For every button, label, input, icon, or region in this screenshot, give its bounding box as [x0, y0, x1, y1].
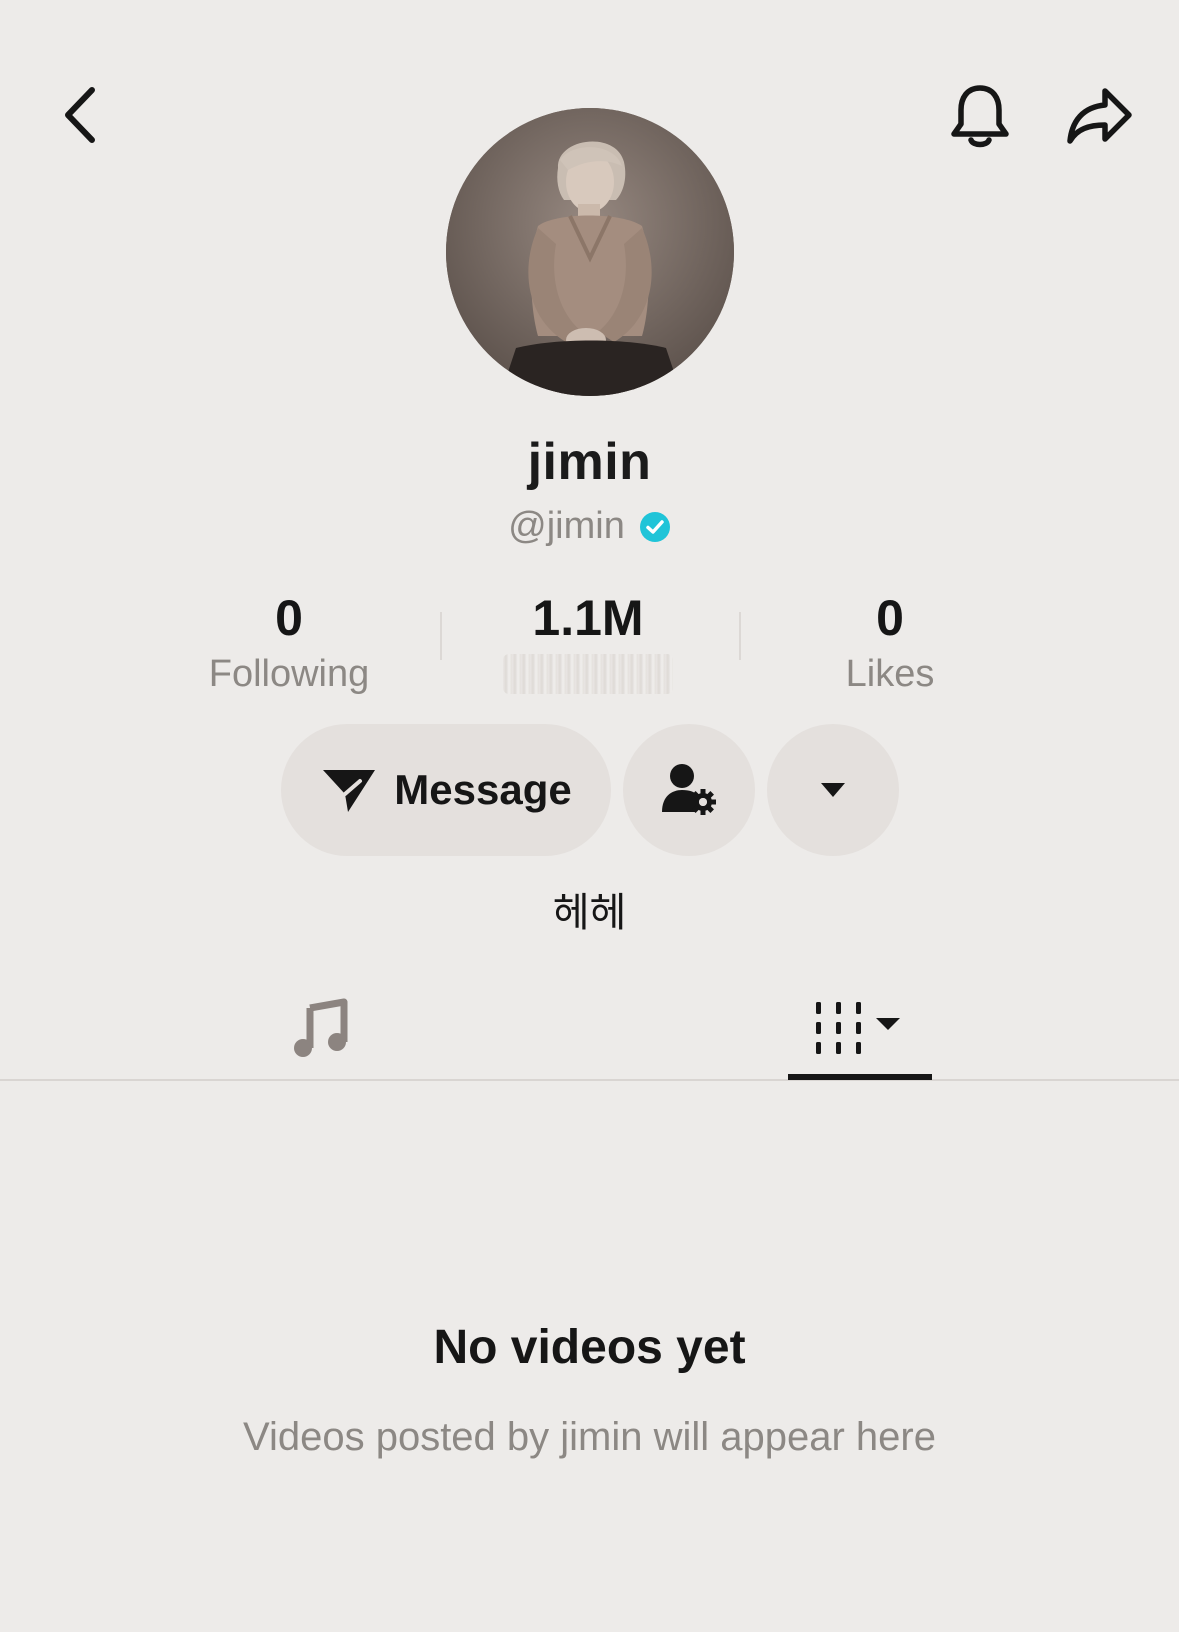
message-button[interactable]: Message: [281, 724, 611, 856]
chevron-left-icon: [65, 87, 95, 143]
tabs-divider: [0, 1079, 1179, 1081]
username-handle: @jimin: [508, 505, 625, 547]
verified-badge-icon: [639, 511, 671, 543]
more-options-button[interactable]: [767, 724, 899, 856]
share-arrow-icon: [1067, 88, 1132, 144]
message-button-label: Message: [394, 766, 572, 813]
followers-label-blurred: [503, 654, 673, 694]
share-button[interactable]: [1062, 76, 1138, 156]
empty-state-title: No videos yet: [433, 1321, 746, 1374]
back-button[interactable]: [50, 80, 110, 150]
notification-bell-button[interactable]: [945, 76, 1015, 156]
display-name: jimin: [527, 433, 652, 491]
send-icon: [323, 770, 376, 812]
followers-count: 1.1M: [532, 590, 644, 646]
profile-bio: 헤헤: [552, 890, 627, 936]
friend-settings-button[interactable]: [623, 724, 755, 856]
avatar-photo: [446, 108, 734, 396]
avatar[interactable]: [446, 108, 734, 396]
user-settings-icon: [662, 764, 716, 815]
tab-music[interactable]: [250, 975, 390, 1080]
stat-likes[interactable]: 0 Likes: [740, 590, 1040, 698]
empty-state-subtitle: Videos posted by jimin will appear here: [243, 1415, 936, 1459]
caret-down-icon: [821, 783, 845, 797]
active-tab-indicator: [788, 1074, 932, 1080]
music-note-icon: [294, 998, 348, 1057]
likes-count: 0: [876, 590, 904, 646]
likes-label: Likes: [845, 653, 935, 695]
stat-following[interactable]: 0 Following: [139, 590, 439, 698]
handle-row: @jimin: [0, 505, 1179, 548]
bell-icon: [951, 85, 1009, 148]
following-count: 0: [275, 590, 303, 646]
tab-videos[interactable]: [788, 975, 932, 1080]
following-label: Following: [208, 653, 370, 695]
video-grid-icon: [816, 1001, 900, 1054]
stat-followers[interactable]: 1.1M: [438, 590, 738, 694]
